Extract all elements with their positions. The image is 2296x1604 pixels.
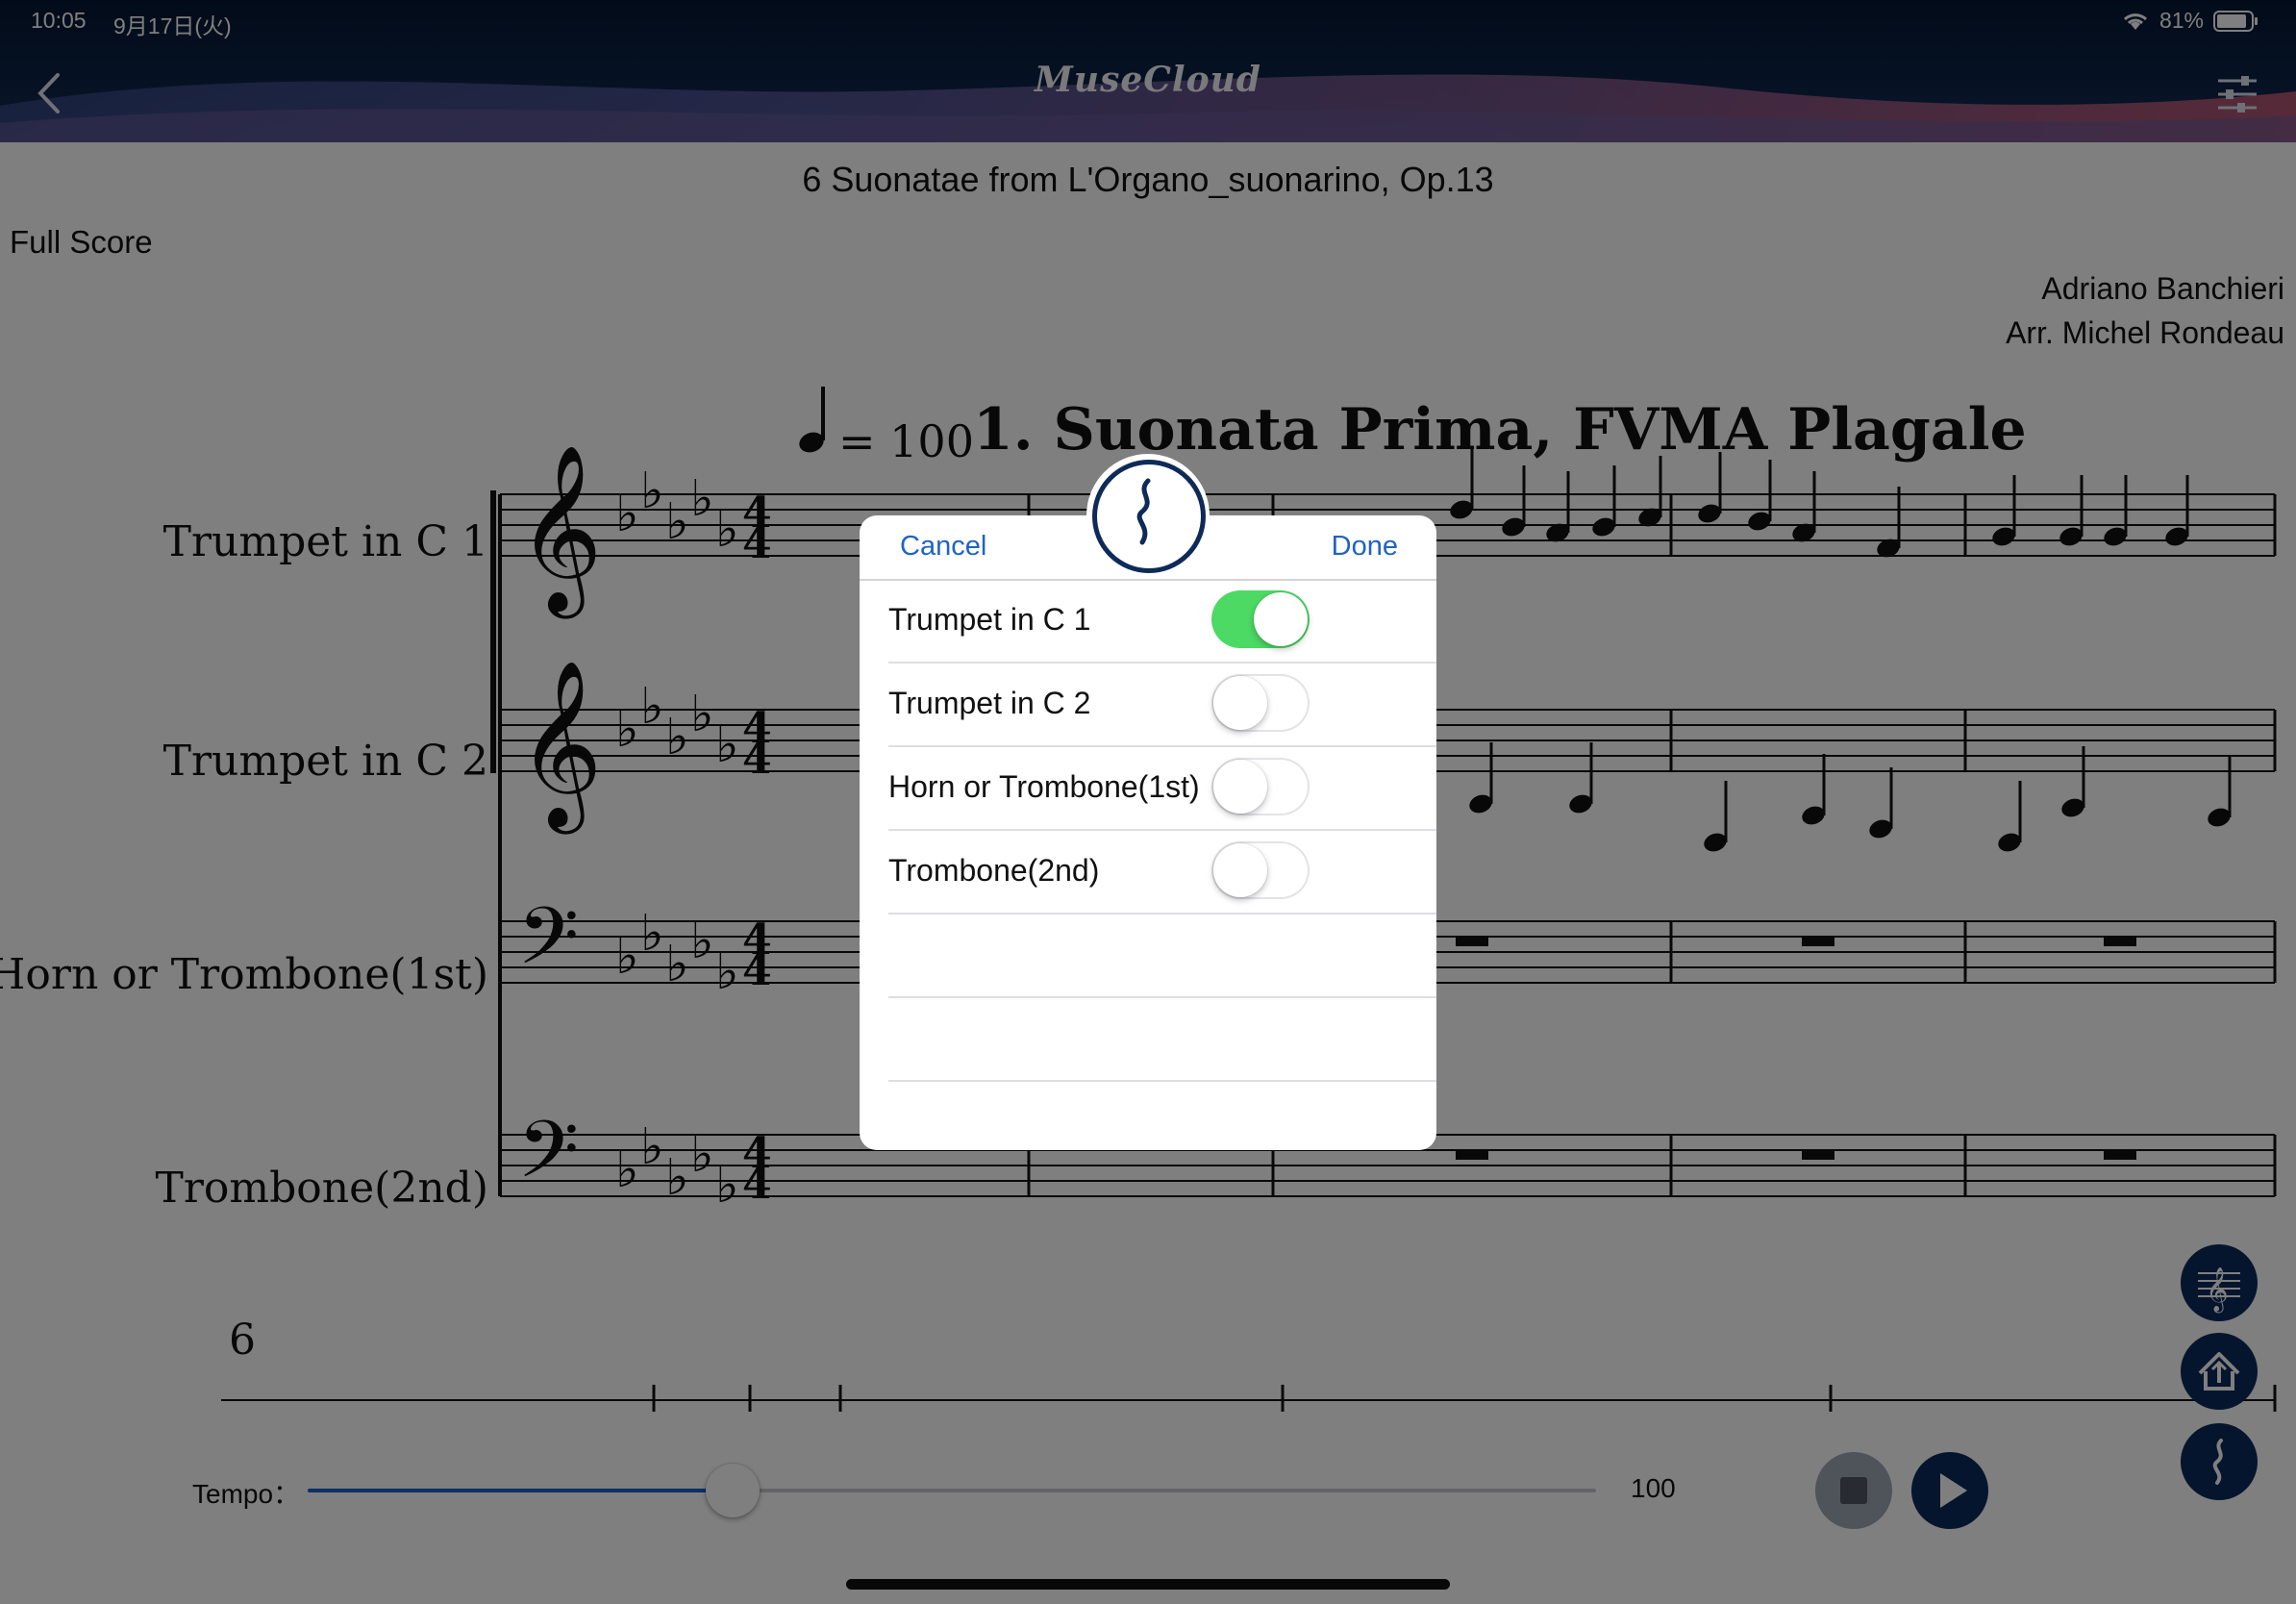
- instrument-toggle[interactable]: [1211, 590, 1310, 648]
- instrument-row: Horn or Trombone(1st): [888, 746, 1436, 831]
- instrument-row: Trumpet in C 2: [888, 663, 1436, 747]
- instrument-selection-icon: [1092, 460, 1206, 573]
- instrument-toggle[interactable]: [1211, 841, 1310, 899]
- done-button[interactable]: Done: [1332, 531, 1398, 563]
- instrument-label: Trumpet in C 2: [888, 686, 1091, 720]
- instrument-row: Trombone(2nd): [888, 830, 1436, 915]
- empty-row: [888, 914, 1436, 998]
- instrument-label: Trumpet in C 1: [888, 602, 1091, 637]
- instrument-toggle[interactable]: [1211, 674, 1310, 732]
- instrument-label: Horn or Trombone(1st): [888, 769, 1200, 804]
- instrument-row: Trumpet in C 1: [888, 579, 1436, 664]
- instrument-toggle[interactable]: [1211, 758, 1310, 815]
- dialog-badge: [1086, 454, 1210, 577]
- empty-row: [888, 997, 1436, 1082]
- cancel-button[interactable]: Cancel: [900, 531, 986, 563]
- instrument-label: Trombone(2nd): [888, 853, 1100, 888]
- instrument-dialog: Cancel Done Trumpet in C 1 Trumpet in C …: [860, 454, 1436, 1150]
